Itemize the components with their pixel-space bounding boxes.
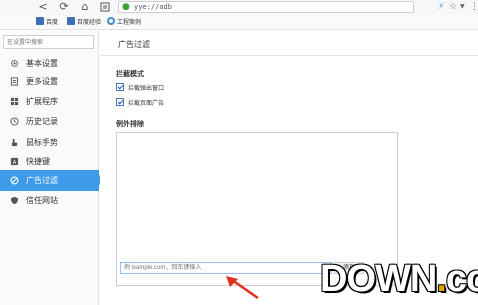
bookmark-item[interactable]: 百度经验 <box>67 17 101 28</box>
block-page-ads-option[interactable]: 拦截页面广告 <box>116 98 164 108</box>
settings-sidebar: 基本设置 更多设置 扩展程序 历史记录 鼠标手势 A 快捷键 广告过滤 信任网站 <box>0 31 105 305</box>
sidebar-item-label: 快捷键 <box>26 157 50 166</box>
block-icon <box>10 176 19 185</box>
settings-search-input[interactable] <box>3 35 94 49</box>
sidebar-item-history[interactable]: 历史记录 <box>0 111 99 132</box>
exception-heading: 例外排除 <box>116 120 144 128</box>
watermark-suffix: cc <box>445 258 478 300</box>
document-icon <box>10 77 19 86</box>
watermark-dot: . <box>436 258 447 300</box>
bookmark-label: 百度 <box>46 19 59 26</box>
block-mode-heading: 拦截模式 <box>116 70 144 78</box>
annotation-arrow-icon <box>226 276 259 300</box>
bookmark-label: 工程案例 <box>117 19 142 26</box>
clock-icon <box>10 117 19 126</box>
watermark-prefix: DOWN <box>320 258 437 300</box>
sidebar-item-label: 更多设置 <box>26 77 58 86</box>
shield-icon <box>10 196 19 205</box>
favorite-star-icon[interactable]: ☆ <box>449 0 457 14</box>
home-button[interactable]: ⌂ <box>78 0 92 14</box>
sidebar-item-label: 鼠标手势 <box>26 138 58 147</box>
hand-icon <box>11 138 18 147</box>
sidebar-item-label: 广告过滤 <box>26 176 58 185</box>
bookmark-icon <box>36 17 44 25</box>
browser-toolbar: < ⟳ ⌂ ● yye://adb ⚡ ☆ ▼ ⋮ <box>0 0 478 15</box>
sidebar-item-label: 基本设置 <box>26 59 58 68</box>
sidebar-item-mouse-gestures[interactable]: 鼠标手势 <box>0 132 99 153</box>
bookmark-label: 百度经验 <box>77 19 102 26</box>
menu-icon[interactable]: ⋮ <box>470 0 478 14</box>
address-bar[interactable]: ● yye://adb <box>118 1 414 13</box>
exception-input[interactable] <box>120 262 332 274</box>
sidebar-item-more-settings[interactable]: 更多设置 <box>0 71 99 92</box>
block-page-ads-label: 拦截页面广告 <box>128 100 165 107</box>
sidebar-item-label: 扩展程序 <box>26 97 58 106</box>
bookmarks-bar: 百度 百度经验 工程案例 <box>0 15 478 30</box>
sidebar-item-trusted-sites[interactable]: 信任网站 <box>0 190 99 211</box>
block-page-ads-checkbox[interactable] <box>116 98 124 106</box>
block-popup-label: 拦截弹出窗口 <box>128 85 165 92</box>
secure-shield-icon: ● <box>122 2 130 12</box>
block-popup-checkbox[interactable] <box>116 83 124 91</box>
refresh-button[interactable]: ⟳ <box>57 0 71 14</box>
site-watermark: DOWN.cc <box>316 257 478 305</box>
reading-icon[interactable] <box>98 0 112 14</box>
sidebar-item-extensions[interactable]: 扩展程序 <box>0 91 99 112</box>
sidebar-item-shortcuts[interactable]: A 快捷键 <box>0 151 99 172</box>
gear-icon <box>10 59 19 68</box>
bookmark-item[interactable]: 百度 <box>36 17 58 28</box>
grid-icon <box>10 97 19 106</box>
title-divider <box>100 55 478 56</box>
bookmark-item[interactable]: 工程案例 <box>107 17 141 28</box>
block-popup-option[interactable]: 拦截弹出窗口 <box>116 83 164 93</box>
keyboard-icon: A <box>10 157 19 166</box>
bookmark-icon <box>67 17 75 25</box>
sidebar-item-ad-filter[interactable]: 广告过滤 <box>0 170 105 191</box>
watermark-logo: DOWN.cc <box>320 259 478 299</box>
address-text: yye://adb <box>134 3 172 11</box>
chevron-down-icon[interactable]: ▼ <box>460 0 465 14</box>
back-button[interactable]: < <box>36 0 50 14</box>
svg-text:A: A <box>13 160 17 166</box>
gear-icon <box>107 17 115 25</box>
sidebar-item-label: 信任网站 <box>26 196 58 205</box>
page-title: 广告过滤 <box>118 40 150 49</box>
sidebar-item-label: 历史记录 <box>26 117 58 126</box>
lightning-icon[interactable]: ⚡ <box>438 0 444 14</box>
